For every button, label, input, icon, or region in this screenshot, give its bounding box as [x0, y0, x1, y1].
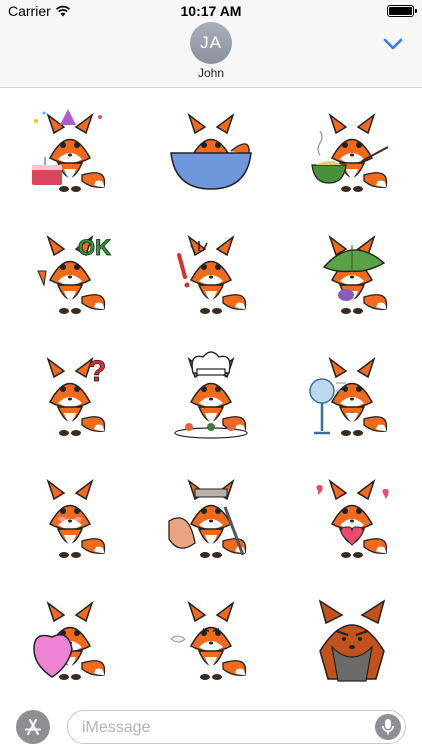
fox-samurai-image [168, 478, 247, 558]
fox-thumbs-up-ok-sticker[interactable]: OK [0, 211, 140, 331]
fox-samurai-sticker[interactable] [141, 455, 281, 575]
fox-angry-huff-sticker[interactable] [141, 577, 281, 697]
fox-chef-sushi-sticker[interactable] [141, 333, 281, 453]
fox-with-fan-image [309, 356, 388, 436]
microphone-icon [382, 719, 394, 735]
fox-thumbs-up-ok-image: OK [37, 235, 112, 314]
fox-confused-question-sticker[interactable]: ? [0, 333, 140, 453]
fox-holding-pink-heart-sticker[interactable] [0, 577, 140, 697]
message-input-bar: iMessage [0, 700, 422, 750]
chevron-down-icon[interactable] [382, 36, 404, 52]
contact-avatar[interactable]: JA [190, 22, 232, 64]
fox-grumpy-old-sticker[interactable] [282, 577, 422, 697]
fox-eating-noodles-sticker[interactable] [282, 89, 422, 209]
fox-shocked-sticker[interactable] [141, 211, 281, 331]
fox-shy-image [46, 478, 106, 558]
fox-holding-pink-heart-image [33, 600, 106, 680]
fox-birthday-cake-sticker[interactable] [0, 89, 140, 209]
app-store-icon [25, 719, 41, 735]
imessage-placeholder: iMessage [82, 719, 151, 736]
fox-birthday-cake-image [32, 109, 106, 192]
fox-chef-sushi-image [174, 351, 248, 439]
fox-hiding-under-leaf-image [322, 234, 388, 314]
imessage-input[interactable]: iMessage [67, 710, 406, 744]
fox-love-hearts-sticker[interactable] [282, 455, 422, 575]
fox-love-hearts-image [316, 478, 389, 558]
ok-text: OK [78, 235, 111, 260]
fox-shy-sticker[interactable] [0, 455, 140, 575]
fox-hiding-under-leaf-sticker[interactable] [282, 211, 422, 331]
status-time: 10:17 AM [180, 3, 242, 19]
fox-peeking-blue-bowl-sticker[interactable] [141, 89, 281, 209]
fox-confused-question-image: ? [46, 355, 107, 436]
microphone-button[interactable] [375, 714, 401, 740]
fox-peeking-blue-bowl-image [170, 112, 252, 190]
conversation-header: JA John [0, 22, 422, 88]
sticker-grid: OK ? [0, 89, 422, 699]
fox-angry-huff-image [170, 600, 247, 680]
contact-name[interactable]: John [0, 66, 422, 80]
app-store-button[interactable] [16, 710, 50, 744]
fox-grumpy-old-image [318, 599, 386, 682]
status-bar: Carrier 10:17 AM [0, 0, 422, 22]
fox-shocked-image [177, 234, 247, 314]
question-mark-text: ? [88, 355, 106, 388]
battery-level [389, 7, 412, 15]
fox-with-fan-sticker[interactable] [282, 333, 422, 453]
battery-icon [387, 5, 417, 17]
fox-eating-noodles-image [311, 112, 389, 192]
